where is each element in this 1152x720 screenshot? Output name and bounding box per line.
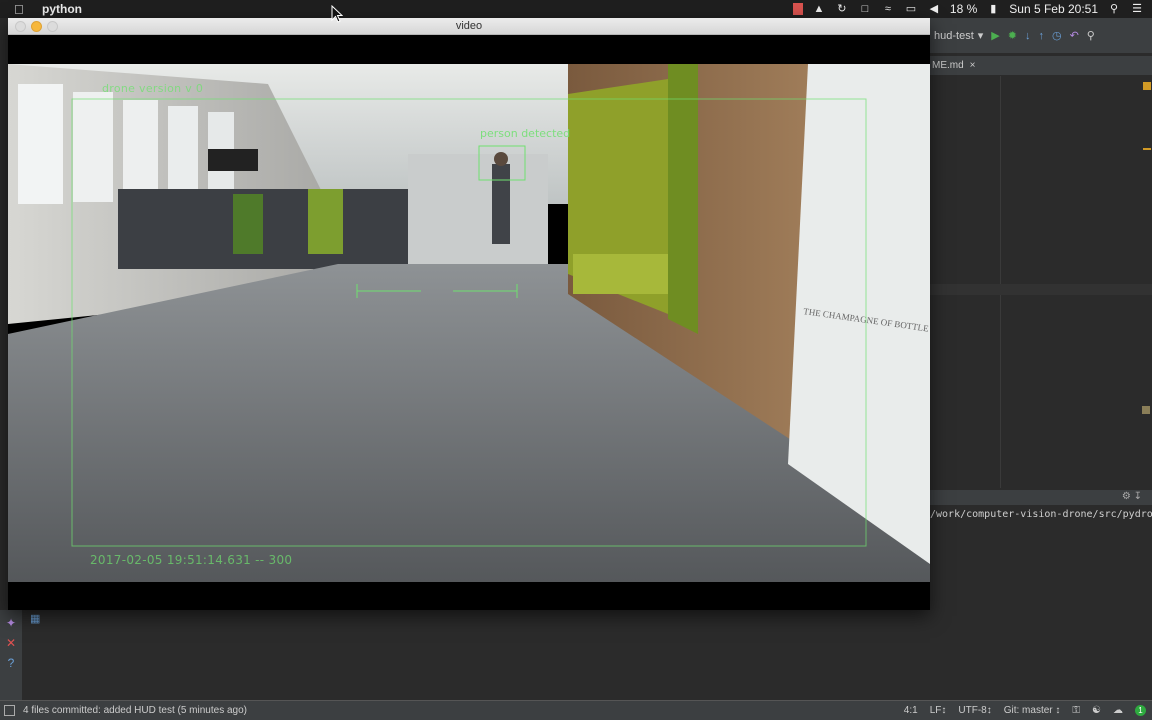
window-titlebar[interactable]: video	[8, 18, 930, 35]
green-chair	[308, 189, 343, 254]
editor-tab-bar: ME.md ×	[930, 56, 1152, 76]
close-icon[interactable]: ✕	[0, 636, 22, 650]
volume-icon[interactable]: ◀	[927, 3, 941, 15]
airplay-icon[interactable]: ▭	[904, 3, 918, 15]
ide-left-toolstrip: ✦ ✕ ?	[0, 610, 22, 700]
sync-icon[interactable]: ↻	[835, 3, 849, 15]
lock-icon[interactable]: ⚿	[1072, 705, 1080, 716]
chevron-down-icon: ▾	[977, 30, 984, 42]
trash-icon[interactable]: ▦	[30, 612, 40, 625]
ide-status-bar: 4 files committed: added HUD test (5 min…	[0, 700, 1152, 720]
search-icon[interactable]: ⚲	[1087, 29, 1095, 42]
battery-icon[interactable]: ▮	[986, 3, 1000, 15]
window-pane	[168, 106, 198, 196]
run-panel-header: ⚙ ↧	[930, 491, 1152, 505]
wifi-icon[interactable]: ≈	[881, 3, 895, 15]
event-log-icon[interactable]: ☁	[1113, 705, 1123, 716]
run-config-selector[interactable]: hud-test ▾	[934, 29, 984, 43]
far-corridor	[408, 154, 548, 264]
mouse-cursor-icon	[331, 5, 343, 23]
app-menu-name[interactable]: python	[42, 2, 82, 16]
current-line-highlight	[930, 284, 1152, 295]
editor-area[interactable]	[930, 76, 1152, 488]
menubar-clock[interactable]: Sun 5 Feb 20:51	[1009, 2, 1098, 16]
green-pillar	[668, 64, 698, 334]
hide-panel-icon[interactable]: ↧	[1134, 491, 1142, 502]
menu-bar:  python ▲ ↻ □ ≈ ▭ ◀ 18 % ▮ Sun 5 Feb 20…	[0, 0, 1152, 18]
editor-tab-readme[interactable]: ME.md	[932, 60, 964, 71]
person	[492, 164, 510, 244]
desk-area	[118, 189, 448, 269]
ide-toolbar: hud-test ▾ ▶ ✹ ↓ ↑ ◷ ↶ ⚲	[930, 18, 1152, 54]
run-tool-window: ⚙ ↧ /work/computer-vision-drone/src/pydr…	[930, 490, 1152, 700]
menubar-status-area: ▲ ↻ □ ≈ ▭ ◀ 18 % ▮ Sun 5 Feb 20:51 ⚲ ☰	[792, 0, 1144, 18]
pin-icon[interactable]: ✦	[0, 616, 22, 630]
person-head	[494, 152, 508, 166]
green-chair	[233, 194, 263, 254]
window-pane	[73, 92, 113, 202]
record-indicator-icon[interactable]	[792, 3, 803, 15]
vcs-update-icon[interactable]: ↓	[1025, 30, 1031, 42]
tool-windows-toggle-icon[interactable]	[4, 705, 15, 716]
close-tab-icon[interactable]: ×	[970, 60, 976, 71]
video-frame: THE CHAMPAGNE OF BOTTLE B	[8, 64, 930, 582]
hud-timestamp: 2017-02-05 19:51:14.631 -- 300	[90, 553, 293, 567]
change-marker[interactable]	[1142, 406, 1150, 414]
gear-icon[interactable]: ⚙	[1122, 491, 1131, 502]
event-log-badge-icon[interactable]: 1	[1135, 705, 1146, 716]
spotlight-search-icon[interactable]: ⚲	[1107, 3, 1121, 15]
upload-triangle-icon[interactable]: ▲	[812, 3, 826, 15]
run-icon[interactable]: ▶	[991, 29, 999, 42]
window-pane	[123, 100, 158, 200]
file-encoding[interactable]: UTF-8↕	[958, 705, 991, 716]
debug-icon[interactable]: ✹	[1008, 29, 1017, 42]
hud-version-label: drone version v 0	[102, 82, 204, 95]
drone-camera-image: THE CHAMPAGNE OF BOTTLE B	[8, 64, 930, 582]
line-separator[interactable]: LF↕	[930, 705, 947, 716]
help-icon[interactable]: ?	[0, 656, 22, 670]
monitor	[208, 149, 258, 171]
vcs-branch[interactable]: Git: master ↕	[1004, 705, 1061, 716]
status-message[interactable]: 4 files committed: added HUD test (5 min…	[23, 705, 247, 716]
inspector-icon[interactable]: ☯	[1092, 705, 1101, 716]
vcs-history-icon[interactable]: ◷	[1052, 29, 1062, 42]
ide-bottom-panel: ▦	[22, 610, 930, 700]
green-bench	[573, 254, 668, 294]
run-config-label: hud-test	[934, 29, 974, 42]
warning-marker[interactable]	[1143, 148, 1151, 150]
video-window[interactable]: video THE CHAMPAGNE OF BOTTLE B drone ve…	[8, 18, 930, 610]
notification-center-icon[interactable]: ☰	[1130, 3, 1144, 15]
detection-label: person detected	[480, 127, 571, 140]
revert-icon[interactable]: ↶	[1070, 29, 1079, 42]
run-output-path: /work/computer-vision-drone/src/pydrone/	[930, 509, 1152, 520]
apple-menu-icon[interactable]: 	[14, 2, 32, 17]
window-title: video	[455, 20, 483, 32]
battery-percent[interactable]: 18 %	[950, 2, 977, 16]
vcs-commit-icon[interactable]: ↑	[1038, 30, 1044, 42]
window-pane	[18, 84, 63, 204]
warning-marker[interactable]	[1143, 82, 1151, 90]
caret-position[interactable]: 4:1	[904, 705, 918, 716]
editor-margin-line	[1000, 76, 1001, 488]
clipboard-icon[interactable]: □	[858, 3, 872, 15]
